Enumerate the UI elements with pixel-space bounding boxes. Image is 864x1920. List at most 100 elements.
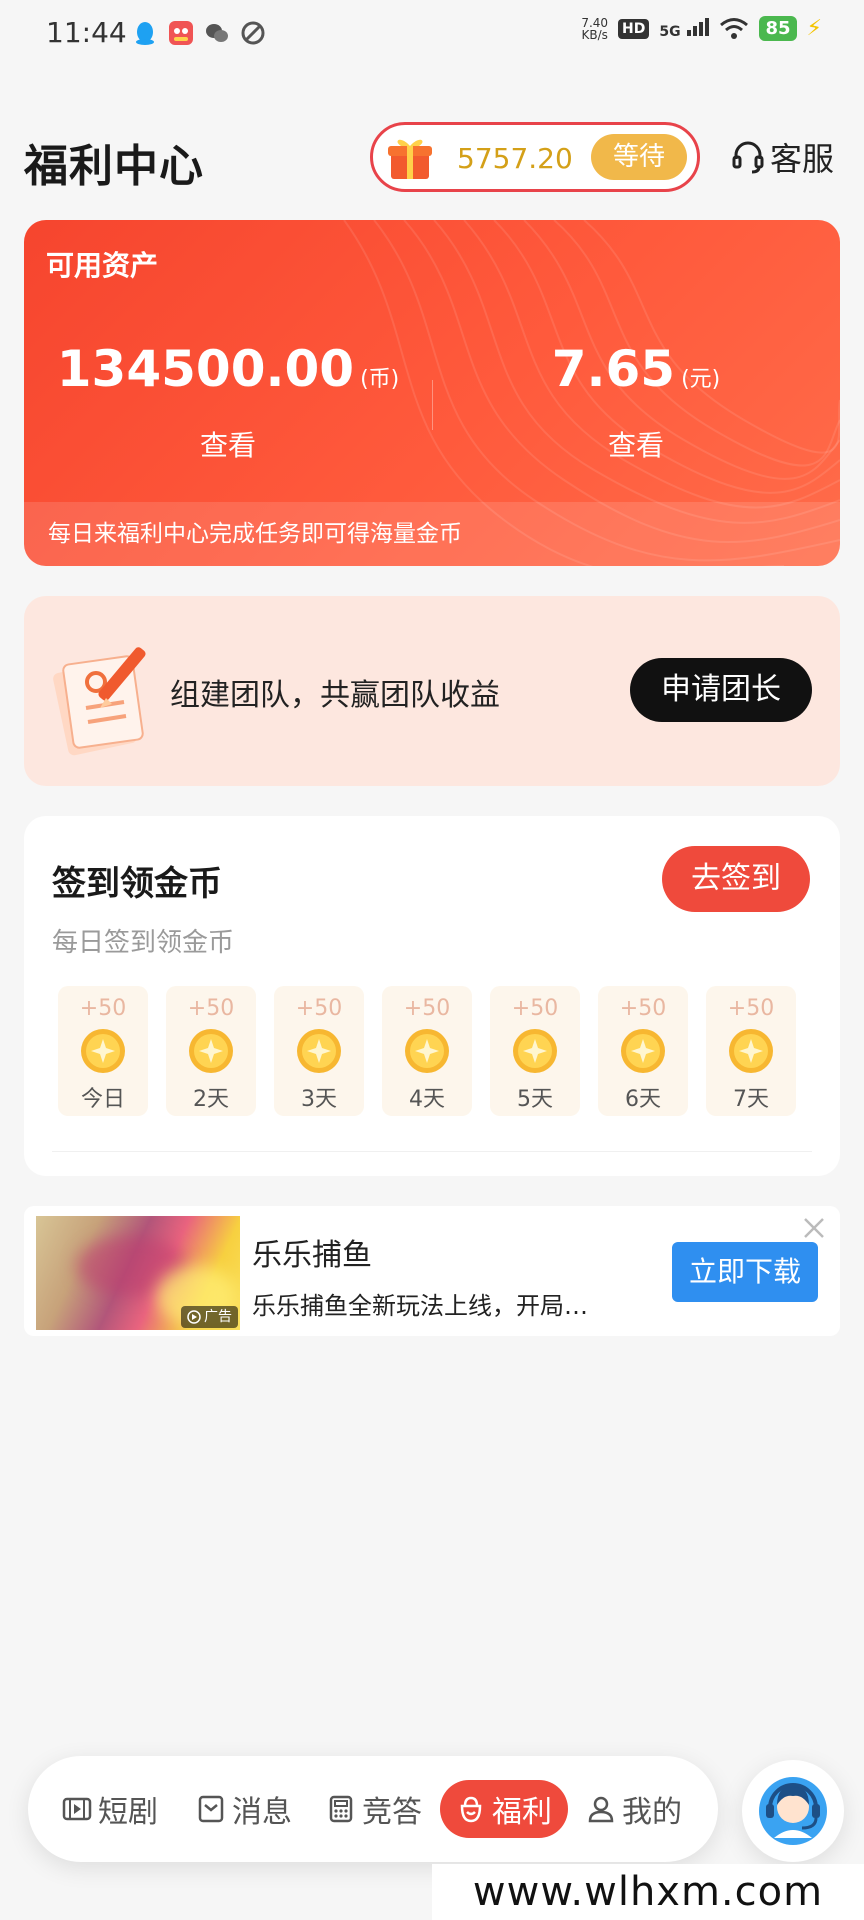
nav-label: 福利 bbox=[492, 1795, 552, 1830]
team-slogan: 组建团队，共赢团队收益 bbox=[170, 678, 500, 713]
coin-unit: (币) bbox=[360, 367, 400, 392]
coin-icon bbox=[729, 1029, 773, 1073]
assets-tip: 每日来福利中心完成任务即可得海量金币 bbox=[24, 502, 840, 566]
nav-label: 我的 bbox=[622, 1795, 682, 1830]
signin-day-3[interactable]: +50 3天 bbox=[274, 986, 364, 1116]
view-coins-link[interactable]: 查看 bbox=[188, 424, 268, 464]
day-label: 5天 bbox=[517, 1087, 553, 1112]
signin-title: 签到领金币 bbox=[52, 864, 222, 904]
nav-label: 消息 bbox=[232, 1795, 292, 1830]
divider bbox=[52, 1151, 812, 1152]
signin-subtitle: 每日签到领金币 bbox=[52, 928, 235, 958]
available-assets-label: 可用资产 bbox=[46, 249, 159, 282]
nav-item-short-drama[interactable]: 短剧 bbox=[62, 1784, 158, 1834]
day-label: 3天 bbox=[301, 1087, 337, 1112]
day-label: 6天 bbox=[625, 1087, 661, 1112]
customer-service-label: 客服 bbox=[770, 140, 835, 178]
coin-icon bbox=[513, 1029, 557, 1073]
day-label: 4天 bbox=[409, 1087, 445, 1112]
ad-description: 乐乐捕鱼全新玩法上线，开局… bbox=[252, 1292, 588, 1320]
cash-balance-value: 7.65 bbox=[551, 340, 676, 398]
header: 福利中心 5757.20 等待 客服 bbox=[0, 110, 864, 200]
coin-icon bbox=[621, 1029, 665, 1073]
day-bonus: +50 bbox=[187, 996, 235, 1021]
sync-app-icon bbox=[241, 21, 265, 45]
network-speed-unit: KB/s bbox=[581, 27, 608, 42]
ad-image[interactable]: 广告 bbox=[36, 1216, 240, 1330]
signal-bars-icon bbox=[687, 17, 710, 36]
signin-day-7[interactable]: +50 7天 bbox=[706, 986, 796, 1116]
go-signin-button[interactable]: 去签到 bbox=[662, 846, 810, 912]
nav-item-profile[interactable]: 我的 bbox=[586, 1784, 682, 1834]
game-app-icon bbox=[169, 21, 193, 45]
play-icon bbox=[187, 1310, 201, 1324]
welfare-center-page: 11:44 7.40 KB/s HD 5G 85 ⚡ 福利中心 5757.20 … bbox=[0, 0, 864, 1920]
ad-card[interactable]: 广告 乐乐捕鱼 乐乐捕鱼全新玩法上线，开局… 立即下载 bbox=[24, 1206, 840, 1336]
network-speed-value: 7.40 bbox=[581, 15, 609, 30]
signin-day-5[interactable]: +50 5天 bbox=[490, 986, 580, 1116]
headset-icon bbox=[732, 141, 764, 174]
wait-button[interactable]: 等待 bbox=[591, 134, 687, 180]
nav-item-welfare[interactable]: 福利 bbox=[440, 1780, 568, 1838]
qq-icon bbox=[136, 22, 154, 45]
battery-icon: 85 bbox=[759, 16, 797, 41]
view-cash-link[interactable]: 查看 bbox=[596, 424, 676, 464]
coin-icon bbox=[405, 1029, 449, 1073]
signin-day-1[interactable]: +50 今日 bbox=[58, 986, 148, 1116]
apply-team-leader-button[interactable]: 申请团长 bbox=[630, 658, 812, 722]
ad-download-button[interactable]: 立即下载 bbox=[672, 1242, 818, 1302]
day-label: 2天 bbox=[193, 1087, 229, 1112]
nav-label: 短剧 bbox=[98, 1795, 158, 1830]
hd-icon: HD bbox=[618, 18, 650, 39]
notepad-pencil-icon bbox=[53, 647, 146, 756]
bottom-nav: 短剧 消息 竞答 福利 我的 bbox=[28, 1756, 718, 1862]
user-icon bbox=[588, 1796, 614, 1823]
cash-unit: (元) bbox=[681, 367, 721, 392]
day-bonus: +50 bbox=[511, 996, 559, 1021]
signin-day-2[interactable]: +50 2天 bbox=[166, 986, 256, 1116]
ad-badge-label: 广告 bbox=[204, 1309, 232, 1325]
gift-amount: 5757.20 bbox=[457, 142, 573, 175]
ad-badge: 广告 bbox=[181, 1306, 238, 1328]
signin-days: +50 今日 +50 2天 +50 3天 +50 4天 +50 5天 +50 6… bbox=[58, 986, 796, 1116]
system-indicators: 7.40 KB/s HD 5G 85 ⚡ bbox=[581, 16, 822, 41]
cash-balance: 7.65 (元) 查看 bbox=[432, 340, 840, 464]
day-bonus: +50 bbox=[79, 996, 127, 1021]
network-speed: 7.40 KB/s bbox=[581, 17, 608, 41]
coin-icon bbox=[297, 1029, 341, 1073]
signin-day-4[interactable]: +50 4天 bbox=[382, 986, 472, 1116]
notification-icons bbox=[132, 20, 266, 46]
day-bonus: +50 bbox=[727, 996, 775, 1021]
day-label: 7天 bbox=[733, 1087, 769, 1112]
ad-title: 乐乐捕鱼 bbox=[252, 1238, 372, 1273]
gift-box-icon bbox=[388, 139, 432, 179]
network-label: 5G bbox=[659, 23, 681, 40]
status-time: 11:44 bbox=[46, 16, 127, 49]
signal-5g-icon: 5G bbox=[659, 17, 710, 40]
coin-icon bbox=[81, 1029, 125, 1073]
nav-item-quiz[interactable]: 竞答 bbox=[326, 1784, 422, 1834]
day-bonus: +50 bbox=[295, 996, 343, 1021]
quiz-icon bbox=[329, 1795, 353, 1823]
page-title: 福利中心 bbox=[24, 141, 204, 192]
gift-bag-icon bbox=[460, 1796, 482, 1823]
coin-icon bbox=[189, 1029, 233, 1073]
message-icon bbox=[198, 1795, 224, 1823]
team-leader-card: 组建团队，共赢团队收益 申请团长 bbox=[24, 596, 840, 786]
gift-balance-pill[interactable]: 5757.20 等待 bbox=[370, 122, 700, 192]
customer-service-link[interactable]: 客服 bbox=[730, 134, 834, 180]
wifi-icon bbox=[720, 17, 749, 39]
coin-balance: 134500.00 (币) 查看 bbox=[24, 340, 432, 464]
day-bonus: +50 bbox=[619, 996, 667, 1021]
coin-balance-value: 134500.00 bbox=[56, 340, 355, 398]
signin-card: 签到领金币 每日签到领金币 去签到 +50 今日 +50 2天 +50 3天 +… bbox=[24, 816, 840, 1176]
watermark: www.wlhxm.com bbox=[432, 1864, 864, 1920]
support-agent-button[interactable] bbox=[742, 1760, 844, 1862]
nav-item-messages[interactable]: 消息 bbox=[196, 1784, 292, 1834]
signin-day-6[interactable]: +50 6天 bbox=[598, 986, 688, 1116]
video-icon bbox=[62, 1797, 92, 1821]
close-icon[interactable] bbox=[800, 1214, 828, 1242]
nav-label: 竞答 bbox=[362, 1795, 422, 1830]
charging-icon: ⚡ bbox=[806, 16, 822, 41]
support-agent-icon bbox=[759, 1777, 827, 1845]
